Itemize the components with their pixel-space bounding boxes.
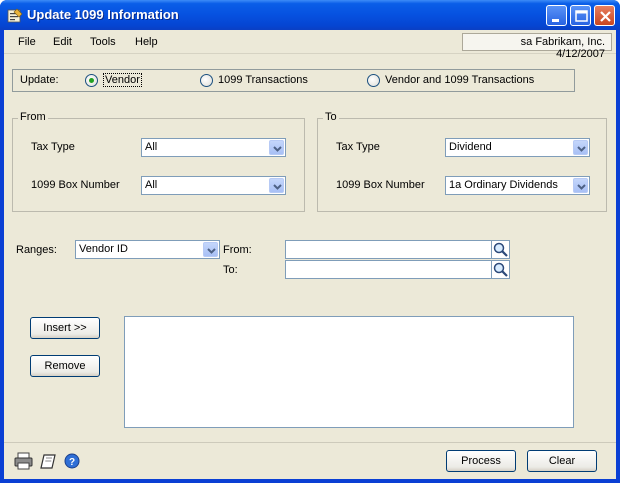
maximize-icon <box>575 10 588 22</box>
window-title: Update 1099 Information <box>27 7 179 22</box>
from-tax-type-label: Tax Type <box>31 141 75 153</box>
insert-button[interactable]: Insert >> <box>30 317 100 339</box>
menu-file[interactable]: File <box>18 36 36 48</box>
clear-button[interactable]: Clear <box>527 450 597 472</box>
to-tax-type-label: Tax Type <box>336 141 380 153</box>
client-area: File Edit Tools Help sa Fabrikam, Inc. 4… <box>4 30 616 479</box>
app-icon <box>7 8 23 23</box>
maximize-button[interactable] <box>570 5 591 26</box>
ranges-label: Ranges: <box>16 244 57 256</box>
from-tax-type-dropdown[interactable]: All <box>141 138 286 157</box>
from-tax-type-value: All <box>145 141 158 153</box>
printer-icon[interactable] <box>14 452 34 470</box>
update-vendor-label[interactable]: Vendor <box>103 73 142 87</box>
update-vendor-radio[interactable] <box>85 74 98 87</box>
menu-tools[interactable]: Tools <box>90 36 116 48</box>
process-button[interactable]: Process <box>446 450 516 472</box>
to-box-number-dropdown[interactable]: 1a Ordinary Dividends <box>445 176 590 195</box>
to-box-number-value: 1a Ordinary Dividends <box>449 179 558 191</box>
from-box-number-dropdown[interactable]: All <box>141 176 286 195</box>
to-tax-type-value: Dividend <box>449 141 492 153</box>
lookup-icon <box>493 242 508 257</box>
from-box-number-value: All <box>145 179 158 191</box>
menu-bar: File Edit Tools Help sa Fabrikam, Inc. 4… <box>4 30 616 60</box>
update-1099-transactions-label[interactable]: 1099 Transactions <box>218 74 308 86</box>
window: Update 1099 Information File Edit Tools … <box>0 0 620 483</box>
update-vendor-and-transactions-radio[interactable] <box>367 74 380 87</box>
company-info: sa Fabrikam, Inc. 4/12/2007 <box>462 33 612 60</box>
chevron-down-icon[interactable] <box>573 140 588 155</box>
ranges-to-input[interactable] <box>285 260 492 279</box>
close-icon <box>600 11 611 22</box>
update-label: Update: <box>20 74 59 86</box>
bottom-separator <box>4 442 616 443</box>
help-icon[interactable]: ? <box>64 453 80 469</box>
ranges-to-lookup-button[interactable] <box>492 260 510 279</box>
to-box-number-label: 1099 Box Number <box>336 179 425 191</box>
title-bar[interactable]: Update 1099 Information <box>0 0 620 30</box>
chevron-down-icon[interactable] <box>269 178 284 193</box>
minimize-button[interactable] <box>546 5 567 26</box>
chevron-down-icon[interactable] <box>203 242 218 257</box>
ranges-dropdown[interactable]: Vendor ID <box>75 240 220 259</box>
close-button[interactable] <box>594 5 615 26</box>
ranges-from-label: From: <box>223 244 252 256</box>
ranges-from-input[interactable] <box>285 240 492 259</box>
update-group: Update: Vendor 1099 Transactions Vendor … <box>12 69 575 92</box>
minimize-icon <box>552 19 559 22</box>
menu-help[interactable]: Help <box>135 36 158 48</box>
chevron-down-icon[interactable] <box>269 140 284 155</box>
update-1099-transactions-radio[interactable] <box>200 74 213 87</box>
lookup-icon <box>493 262 508 277</box>
to-tax-type-dropdown[interactable]: Dividend <box>445 138 590 157</box>
ranges-to-label: To: <box>223 264 238 276</box>
from-group-title: From <box>18 111 48 123</box>
from-box-number-label: 1099 Box Number <box>31 179 120 191</box>
svg-text:?: ? <box>69 457 75 468</box>
remove-button[interactable]: Remove <box>30 355 100 377</box>
ranges-from-lookup-button[interactable] <box>492 240 510 259</box>
to-group-title: To <box>323 111 339 123</box>
chevron-down-icon[interactable] <box>573 178 588 193</box>
note-icon[interactable] <box>38 451 58 471</box>
from-group: From Tax Type All 1099 Box Number All <box>12 111 305 212</box>
update-vendor-and-transactions-label[interactable]: Vendor and 1099 Transactions <box>385 74 534 86</box>
to-group: To Tax Type Dividend 1099 Box Number 1a … <box>317 111 607 212</box>
menu-edit[interactable]: Edit <box>53 36 72 48</box>
ranges-value: Vendor ID <box>79 243 128 255</box>
restrictions-list[interactable] <box>124 316 574 428</box>
